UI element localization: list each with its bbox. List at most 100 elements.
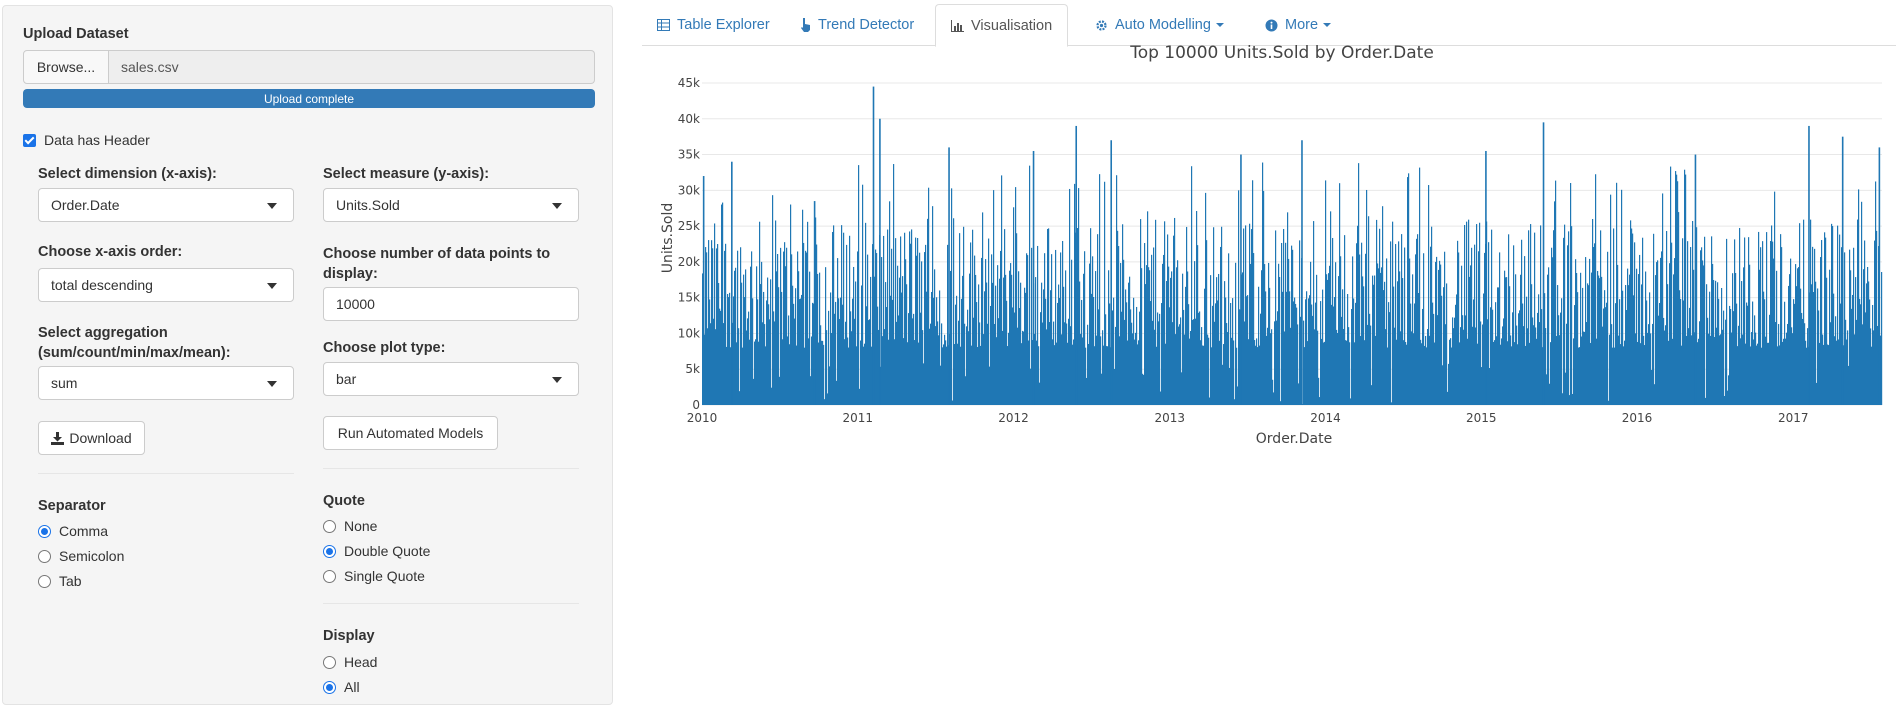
bar-peak (879, 118, 881, 406)
bar (770, 279, 772, 405)
aggregation-label: Select aggregation (sum/count/min/max/me… (38, 323, 231, 363)
separator-option-comma[interactable]: Comma (38, 523, 108, 539)
npoints-label: Choose number of data points to display: (323, 244, 550, 284)
download-button[interactable]: Download (38, 421, 145, 455)
radio-double-quote[interactable] (323, 544, 336, 558)
plottype-label: Choose plot type: (323, 340, 446, 356)
tab-label: Visualisation (971, 17, 1053, 34)
bar (1208, 337, 1210, 405)
separator-option-semicolon[interactable]: Semicolon (38, 548, 124, 564)
display-option-head[interactable]: Head (323, 654, 377, 670)
y-axis-ticks: 0 5k 10k 15k 20k 25k 30k 35k 40k 45k (678, 76, 700, 412)
browse-button[interactable]: Browse... (23, 50, 109, 84)
bar (1607, 251, 1609, 405)
bar (1568, 231, 1570, 405)
chevron-down-icon (267, 381, 277, 387)
radio-label: Single Quote (344, 568, 425, 584)
bar-peak (813, 201, 816, 405)
upload-progress-bar: Upload complete (23, 89, 595, 108)
bar-peak (1301, 140, 1303, 405)
download-button-label: Download (69, 430, 132, 446)
y-tick-label: 0 (692, 398, 700, 412)
x-axis-label: Order.Date (1256, 431, 1332, 447)
bar-peak (1032, 150, 1035, 405)
radio-head[interactable] (323, 655, 336, 669)
sidebar-panel: Upload Dataset Browse... sales.csv Uploa… (2, 5, 613, 705)
bar-peak (1808, 125, 1810, 405)
divider (323, 468, 579, 469)
y-tick-label: 40k (678, 112, 700, 126)
chart-icon (951, 19, 964, 32)
radio-label: None (344, 518, 378, 534)
bar-peak (1694, 154, 1697, 405)
divider (323, 603, 579, 604)
header-checkbox[interactable] (23, 133, 36, 147)
bar-peak (1841, 136, 1844, 405)
measure-label: Select measure (y-axis): (323, 166, 490, 182)
radio-single-quote[interactable] (323, 569, 336, 583)
run-models-button[interactable]: Run Automated Models (323, 416, 498, 450)
measure-select-value: Units.Sold (336, 197, 400, 213)
radio-all[interactable] (323, 680, 336, 694)
display-option-all[interactable]: All (323, 679, 360, 695)
bar-peak (1110, 140, 1113, 405)
bar-peak (702, 176, 705, 405)
x-tick-label: 2014 (1310, 411, 1341, 425)
y-tick-label: 45k (678, 76, 700, 90)
aggregation-select[interactable]: sum (38, 366, 294, 400)
chevron-down-icon (267, 203, 277, 209)
chart-container: 0 5k 10k 15k 20k 25k 30k 35k 40k 45k 2010 2011 2012… (642, 40, 1892, 463)
separator-option-tab[interactable]: Tab (38, 573, 82, 589)
xorder-select[interactable]: total descending (38, 268, 294, 302)
measure-select[interactable]: Units.Sold (323, 188, 579, 222)
npoints-label-line1: Choose number of data points to (323, 246, 551, 262)
x-tick-label: 2010 (687, 411, 718, 425)
y-tick-label: 30k (678, 183, 700, 197)
x-tick-label: 2013 (1154, 411, 1185, 425)
display-label: Display (323, 628, 375, 644)
npoints-label-line2: display: (323, 266, 378, 282)
bar (1233, 340, 1235, 405)
xorder-select-value: total descending (51, 277, 153, 293)
npoints-input[interactable]: 10000 (323, 287, 579, 321)
bar-peak (948, 147, 950, 405)
radio-tab[interactable] (38, 574, 51, 588)
bar-peak (1240, 154, 1242, 405)
x-tick-label: 2011 (842, 411, 873, 425)
radio-comma[interactable] (38, 524, 51, 538)
bar (1349, 342, 1351, 405)
file-input[interactable]: Browse... sales.csv (23, 50, 595, 84)
plottype-select-value: bar (336, 371, 357, 387)
quote-option-double[interactable]: Double Quote (323, 543, 430, 559)
quote-option-single[interactable]: Single Quote (323, 568, 425, 584)
bar (1390, 241, 1392, 405)
bar (1446, 283, 1448, 405)
dimension-select[interactable]: Order.Date (38, 188, 294, 222)
bar (823, 344, 825, 405)
radio-label: All (344, 679, 360, 695)
bar-peak (1075, 125, 1078, 405)
y-tick-label: 20k (678, 255, 700, 269)
aggregation-select-value: sum (51, 375, 78, 391)
bar (951, 188, 953, 405)
radio-label: Double Quote (344, 543, 431, 559)
header-checkbox-row[interactable]: Data has Header (23, 132, 150, 148)
quote-option-none[interactable]: None (323, 518, 377, 534)
upload-dataset-label: Upload Dataset (23, 26, 129, 42)
aggregation-label-line2: (sum/count/min/max/mean): (38, 345, 231, 361)
chevron-down-icon (267, 283, 277, 289)
bar-peak (1878, 147, 1881, 405)
radio-none[interactable] (323, 519, 336, 533)
y-tick-label: 25k (678, 219, 700, 233)
radio-semicolon[interactable] (38, 549, 51, 563)
x-tick-label: 2015 (1466, 411, 1497, 425)
bar-peak (1485, 150, 1487, 405)
bar-chart[interactable]: 0 5k 10k 15k 20k 25k 30k 35k 40k 45k 2010 2011 2012… (642, 40, 1892, 460)
tab-label: More (1285, 17, 1319, 33)
bar (858, 165, 860, 405)
upload-progress-fill: Upload complete (23, 89, 595, 108)
chevron-down-icon (552, 377, 562, 383)
caret-down-icon (1215, 23, 1224, 27)
bar (1561, 298, 1563, 405)
plottype-select[interactable]: bar (323, 362, 579, 396)
